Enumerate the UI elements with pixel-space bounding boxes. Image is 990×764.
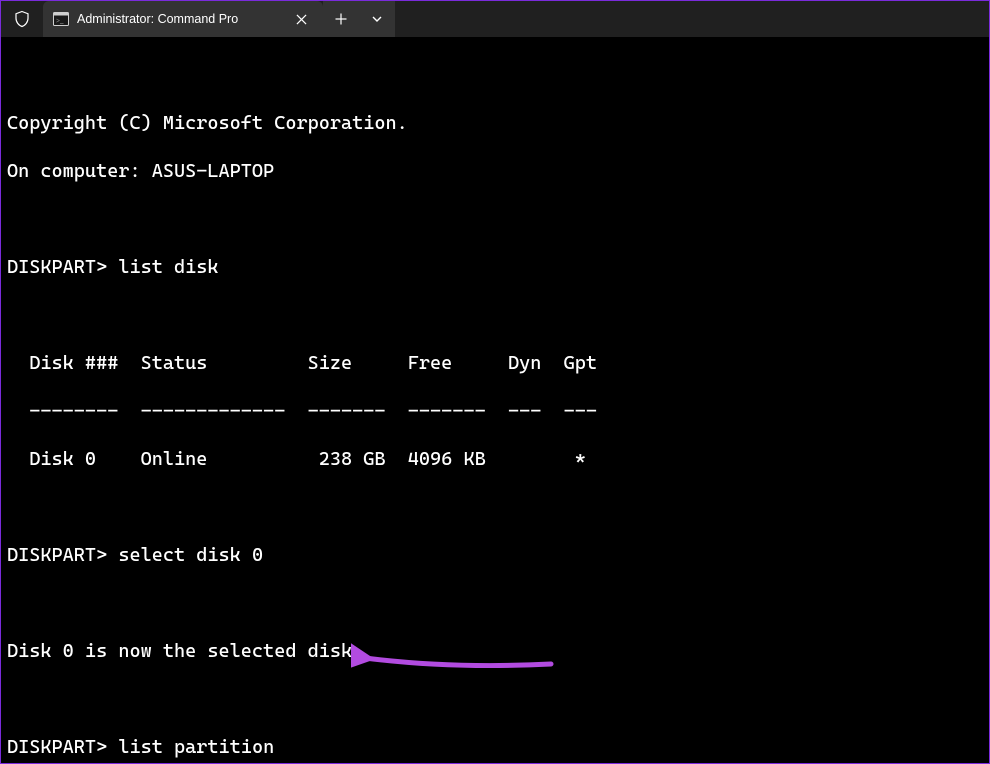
terminal-window: >_ Administrator: Command Pro: [0, 0, 990, 764]
titlebar-controls: [323, 1, 989, 37]
tab-dropdown-button[interactable]: [359, 1, 395, 37]
prompt: DISKPART>: [7, 256, 107, 278]
cmd-select-disk: select disk 0: [118, 544, 263, 566]
tab-close-button[interactable]: [289, 7, 313, 31]
tab-title: Administrator: Command Pro: [77, 12, 281, 26]
prompt-select-disk: DISKPART> select disk 0: [7, 543, 983, 567]
copyright-line: Copyright (C) Microsoft Corporation.: [7, 111, 983, 135]
app-icon-slot: [1, 1, 43, 37]
prompt-list-partition: DISKPART> list partition: [7, 735, 983, 759]
cmd-list-partition: list partition: [118, 736, 274, 758]
titlebar: >_ Administrator: Command Pro: [1, 1, 989, 37]
disk-table-header: Disk ### Status Size Free Dyn Gpt: [7, 351, 983, 375]
prompt-list-disk: DISKPART> list disk: [7, 255, 983, 279]
svg-text:>_: >_: [56, 17, 64, 25]
prompt: DISKPART>: [7, 544, 107, 566]
disk-table-separator: -------- ------------- ------- ------- -…: [7, 399, 983, 423]
plus-icon: [335, 13, 347, 25]
cmd-list-disk: list disk: [118, 256, 218, 278]
close-icon: [296, 14, 307, 25]
command-prompt-icon: >_: [53, 11, 69, 27]
chevron-down-icon: [371, 13, 383, 25]
active-tab[interactable]: >_ Administrator: Command Pro: [43, 1, 323, 37]
new-tab-button[interactable]: [323, 1, 359, 37]
computer-line: On computer: ASUS-LAPTOP: [7, 159, 983, 183]
disk-row-0: Disk 0 Online 238 GB 4096 KB *: [7, 447, 983, 471]
titlebar-drag-area[interactable]: [395, 1, 989, 37]
shield-icon: [13, 10, 31, 28]
select-disk-result: Disk 0 is now the selected disk.: [7, 639, 983, 663]
terminal-content[interactable]: Copyright (C) Microsoft Corporation. On …: [1, 37, 989, 763]
prompt: DISKPART>: [7, 736, 107, 758]
